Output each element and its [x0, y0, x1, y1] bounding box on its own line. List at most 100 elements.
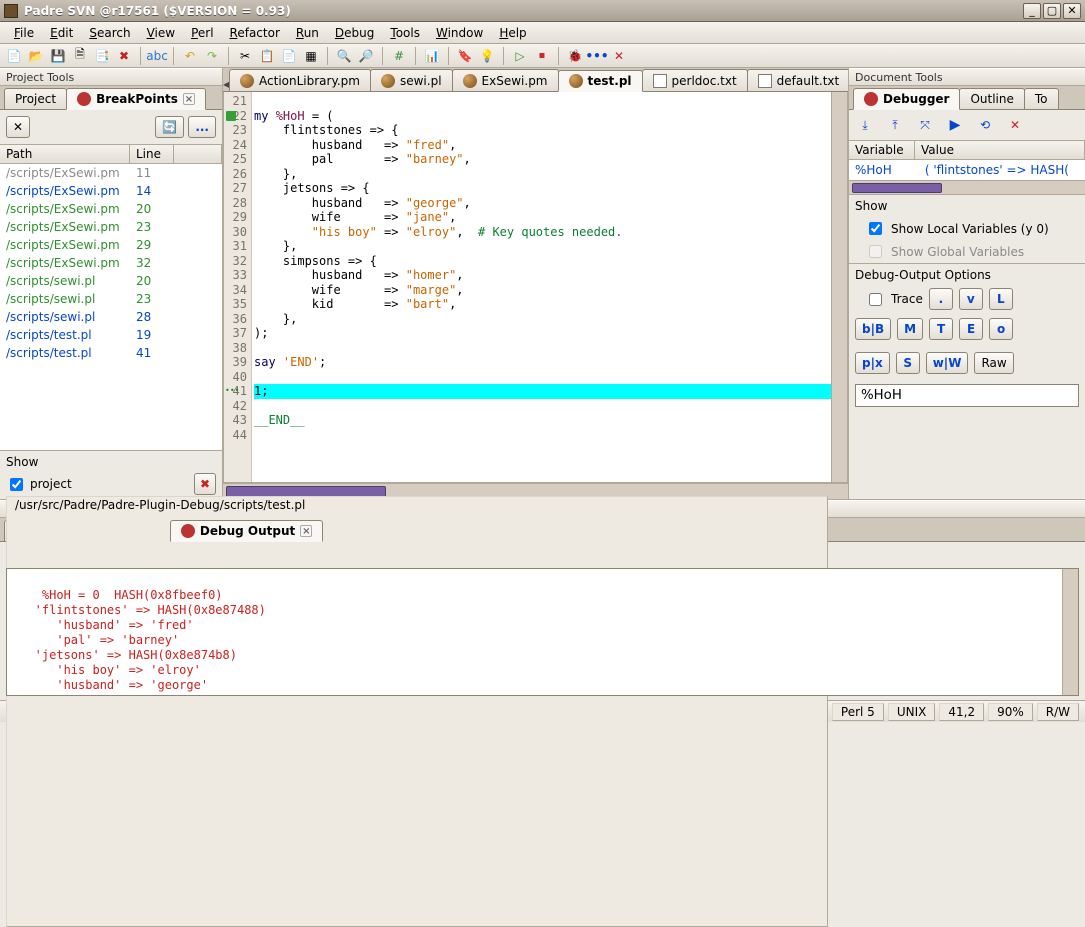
save-as-icon[interactable]: 🗎 — [72, 48, 88, 64]
l-button[interactable]: L — [989, 288, 1013, 310]
menu-tools[interactable]: Tools — [384, 24, 426, 42]
run-icon[interactable]: ▷ — [512, 48, 528, 64]
tab-breakpoints[interactable]: BreakPoints× — [66, 88, 206, 110]
open-folder-icon[interactable]: 📂 — [28, 48, 44, 64]
browse-button[interactable]: ... — [188, 116, 216, 138]
dbg-S-button[interactable]: S — [896, 352, 920, 374]
find-icon[interactable]: 🔍 — [336, 48, 352, 64]
dbg-px-button[interactable]: p|x — [855, 352, 890, 374]
v-button[interactable]: v — [959, 288, 983, 310]
cut-icon[interactable]: ✂ — [237, 48, 253, 64]
code-editor[interactable]: 2122232425262728293031323334353637383940… — [223, 92, 848, 483]
step-out-icon[interactable]: ⤧ — [915, 116, 935, 134]
replace-icon[interactable]: 🔎 — [358, 48, 374, 64]
show-local-checkbox[interactable] — [869, 222, 882, 235]
output-vscrollbar[interactable] — [1062, 569, 1078, 695]
new-file-icon[interactable]: 📄 — [6, 48, 22, 64]
quit-icon[interactable]: ✕ — [1005, 116, 1025, 134]
menu-run[interactable]: Run — [290, 24, 325, 42]
editor-tab-perldoc-txt[interactable]: perldoc.txt — [642, 69, 748, 91]
menu-search[interactable]: Search — [83, 24, 136, 42]
menu-debug[interactable]: Debug — [329, 24, 380, 42]
close-tab-icon[interactable]: × — [183, 93, 195, 105]
hint-icon[interactable]: 💡 — [479, 48, 495, 64]
doc-tab-debugger[interactable]: Debugger — [853, 88, 960, 110]
col-variable[interactable]: Variable — [849, 141, 915, 159]
breakpoint-row[interactable]: /scripts/ExSewi.pm29 — [0, 236, 222, 254]
editor-vscrollbar[interactable] — [831, 92, 847, 482]
comment-icon[interactable]: # — [391, 48, 407, 64]
step-in-icon[interactable]: ⤓ — [855, 116, 875, 134]
save-icon[interactable]: 💾 — [50, 48, 66, 64]
dbg-T-button[interactable]: T — [929, 318, 953, 340]
breakpoint-row[interactable]: /scripts/sewi.pl23 — [0, 290, 222, 308]
dbg-M-button[interactable]: M — [897, 318, 923, 340]
breakpoint-row[interactable]: /scripts/test.pl19 — [0, 326, 222, 344]
debug-expression-input[interactable] — [855, 384, 1079, 407]
stop-icon[interactable]: ⏹ — [534, 48, 550, 64]
menu-help[interactable]: Help — [493, 24, 532, 42]
delete-breakpoint-button[interactable]: ✕ — [6, 116, 30, 138]
close-tab-icon[interactable]: × — [300, 525, 312, 537]
editor-tab-test-pl[interactable]: test.pl — [558, 70, 643, 92]
doc-tab-to[interactable]: To — [1024, 88, 1059, 109]
dbg-E-button[interactable]: E — [959, 318, 983, 340]
col-path[interactable]: Path — [0, 145, 130, 163]
show-project-checkbox[interactable]: project — [6, 475, 72, 494]
breakpoint-row[interactable]: /scripts/ExSewi.pm32 — [0, 254, 222, 272]
col-line[interactable]: Line — [130, 145, 174, 163]
tab-project[interactable]: Project — [4, 88, 67, 109]
breakpoint-row[interactable]: /scripts/ExSewi.pm14 — [0, 182, 222, 200]
undo-icon[interactable]: ↶ — [182, 48, 198, 64]
menu-view[interactable]: View — [141, 24, 181, 42]
close-file-icon[interactable]: ✖ — [116, 48, 132, 64]
redo-icon[interactable]: ↷ — [204, 48, 220, 64]
editor-tab-sewi-pl[interactable]: sewi.pl — [370, 69, 453, 91]
dbg-Raw-button[interactable]: Raw — [974, 352, 1013, 374]
close-pane-button[interactable]: ✖ — [194, 473, 216, 495]
step-over-icon[interactable]: ⤒ — [885, 116, 905, 134]
menu-file[interactable]: File — [8, 24, 40, 42]
menu-refactor[interactable]: Refactor — [224, 24, 286, 42]
close-button[interactable]: ✕ — [1063, 3, 1081, 19]
open-example-icon[interactable]: 📑 — [94, 48, 110, 64]
breakpoint-row[interactable]: /scripts/ExSewi.pm11 — [0, 164, 222, 182]
editor-tab-exsewi-pm[interactable]: ExSewi.pm — [452, 69, 559, 91]
output-tab-debug-output[interactable]: Debug Output× — [170, 520, 323, 542]
breakpoint-row[interactable]: /scripts/test.pl41 — [0, 344, 222, 362]
debug-output-text[interactable]: %HoH = 0 HASH(0x8fbeef0) 'flintstones' =… — [6, 568, 1079, 696]
minimize-button[interactable]: _ — [1023, 3, 1041, 19]
variable-row[interactable]: %HoH ( 'flintstones' => HASH( — [849, 160, 1085, 180]
paste-icon[interactable]: 📄 — [281, 48, 297, 64]
breakpoint-row[interactable]: /scripts/ExSewi.pm23 — [0, 218, 222, 236]
select-all-icon[interactable]: ▦ — [303, 48, 319, 64]
copy-icon[interactable]: 📋 — [259, 48, 275, 64]
breakpoint-row[interactable]: /scripts/ExSewi.pm20 — [0, 200, 222, 218]
breakpoint-list[interactable]: /scripts/ExSewi.pm11/scripts/ExSewi.pm14… — [0, 164, 222, 450]
spellcheck-icon[interactable]: abc — [149, 48, 165, 64]
dot-button[interactable]: . — [929, 288, 953, 310]
doc-tab-outline[interactable]: Outline — [959, 88, 1024, 109]
menu-edit[interactable]: Edit — [44, 24, 79, 42]
quit-debug-icon[interactable]: ✕ — [611, 48, 627, 64]
dbg-o-button[interactable]: o — [989, 318, 1013, 340]
editor-gutter[interactable]: 2122232425262728293031323334353637383940… — [224, 92, 252, 482]
editor-tab-actionlibrary-pm[interactable]: ActionLibrary.pm — [229, 69, 371, 91]
breakpoint-row[interactable]: /scripts/sewi.pl20 — [0, 272, 222, 290]
editor-content[interactable]: my %HoH = ( flintstones => { husband => … — [252, 92, 831, 482]
breakpoint-row[interactable]: /scripts/sewi.pl28 — [0, 308, 222, 326]
maximize-button[interactable]: ▢ — [1043, 3, 1061, 19]
doc-stats-icon[interactable]: 📊 — [424, 48, 440, 64]
variable-hscrollbar[interactable] — [849, 180, 1085, 194]
debug-icon[interactable]: 🐞 — [567, 48, 583, 64]
refresh-button[interactable]: 🔄 — [155, 116, 184, 138]
run-icon[interactable]: ▶ — [945, 116, 965, 134]
breakpoints-icon[interactable]: ••• — [589, 48, 605, 64]
menu-window[interactable]: Window — [430, 24, 489, 42]
bookmark-icon[interactable]: 🔖 — [457, 48, 473, 64]
editor-tab-default-txt[interactable]: default.txt — [747, 69, 851, 91]
dbg-bB-button[interactable]: b|B — [855, 318, 891, 340]
restart-icon[interactable]: ⟲ — [975, 116, 995, 134]
menu-perl[interactable]: Perl — [185, 24, 219, 42]
trace-checkbox[interactable] — [869, 293, 882, 306]
